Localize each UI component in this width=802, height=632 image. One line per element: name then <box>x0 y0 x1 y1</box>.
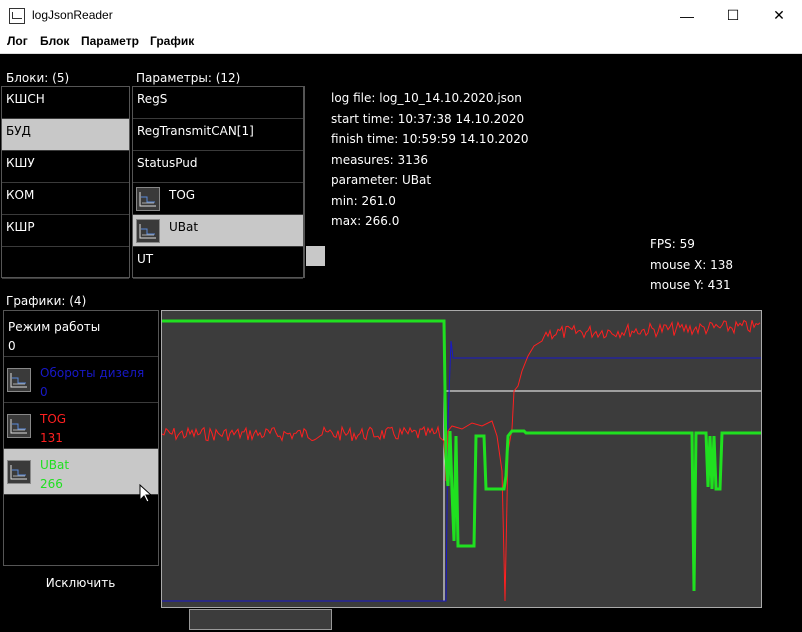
mini-chart-icon <box>136 187 160 211</box>
param-item-label: RegS <box>137 92 168 106</box>
max-value: max: 266.0 <box>331 214 400 228</box>
series-ubat-line <box>162 319 761 592</box>
mini-chart-icon <box>136 219 160 243</box>
graphs-list[interactable]: Режим работы 0 Обороты дизеля 0 TOG 131 UBat 26… <box>3 310 159 566</box>
block-item[interactable]: КШУ <box>2 151 129 183</box>
graph-item-name: Обороты дизеля <box>40 366 145 380</box>
graph-item-value: 266 <box>40 477 63 491</box>
param-item[interactable]: UBat <box>133 215 303 247</box>
title-bar: logJsonReader — ☐ ✕ <box>0 0 802 31</box>
param-item[interactable]: RegTransmitCAN[1] <box>133 119 303 151</box>
graph-item[interactable]: Обороты дизеля 0 <box>4 357 158 403</box>
finish-time: finish time: 10:59:59 14.10.2020 <box>331 132 529 146</box>
graphs-label: Графики: (4) <box>6 294 87 308</box>
graph-item[interactable]: TOG 131 <box>4 403 158 449</box>
fps-readout: FPS: 59 <box>650 237 695 251</box>
param-item-label: UT <box>137 252 154 266</box>
mouse-cursor-icon <box>139 484 151 503</box>
menu-bar: Лог Блок Параметр График <box>0 31 802 54</box>
series-tog-line <box>161 319 761 602</box>
block-item-label: КШСН <box>6 92 45 106</box>
menu-graph[interactable]: График <box>150 34 194 48</box>
blocks-list[interactable]: КШСН БУД КШУ КОМ КШР <box>1 86 130 279</box>
close-button[interactable]: ✕ <box>756 0 802 31</box>
param-item[interactable]: TOG <box>133 183 303 215</box>
current-parameter: parameter: UBat <box>331 173 432 187</box>
series-rpm-line <box>162 340 761 602</box>
block-item[interactable]: БУД <box>2 119 129 151</box>
block-item <box>2 247 129 279</box>
blocks-label: Блоки: (5) <box>6 71 70 85</box>
graph-item[interactable]: UBat 266 <box>4 449 158 495</box>
graph-item-value: 0 <box>8 339 16 353</box>
minimize-button[interactable]: — <box>664 0 710 31</box>
menu-parameter[interactable]: Параметр <box>81 34 139 48</box>
param-item-label: StatusPud <box>137 156 198 170</box>
param-item[interactable]: UT <box>133 247 303 279</box>
graph-item-value: 0 <box>40 385 48 399</box>
plot-svg <box>161 319 761 602</box>
graph-item-name: UBat <box>40 458 70 472</box>
block-item-label: КШР <box>6 220 35 234</box>
graph-item-name: Режим работы <box>8 320 101 334</box>
log-info: log file: log_10_14.10.2020.json start t… <box>331 88 529 232</box>
log-file: log file: log_10_14.10.2020.json <box>331 91 522 105</box>
block-item[interactable]: КШСН <box>2 87 129 119</box>
block-item[interactable]: КШР <box>2 215 129 247</box>
stats-info: FPS: 59 mouse X: 138 mouse Y: 431 <box>650 234 733 296</box>
exclude-button[interactable]: Исключить <box>3 570 158 596</box>
param-item-label: RegTransmitCAN[1] <box>137 124 254 138</box>
block-item-label: КОМ <box>6 188 35 202</box>
menu-log[interactable]: Лог <box>7 34 28 48</box>
graph-item-value: 131 <box>40 431 63 445</box>
app-chart-icon <box>9 8 25 24</box>
mini-chart-icon <box>7 368 31 392</box>
params-list[interactable]: RegS RegTransmitCAN[1] StatusPud TOG UBat UT <box>132 86 304 279</box>
params-label: Параметры: (12) <box>136 71 241 85</box>
graph-item[interactable]: Режим работы 0 <box>4 311 158 357</box>
mouse-y-readout: mouse Y: 431 <box>650 278 731 292</box>
plot-horizontal-scrollbar[interactable] <box>189 609 332 630</box>
menu-block[interactable]: Блок <box>40 34 69 48</box>
mouse-x-readout: mouse X: 138 <box>650 257 734 272</box>
measures-count: measures: 3136 <box>331 152 428 167</box>
mini-chart-icon <box>7 414 31 438</box>
maximize-button[interactable]: ☐ <box>710 0 756 31</box>
min-value: min: 261.0 <box>331 193 396 208</box>
params-scrollbar[interactable] <box>304 86 325 278</box>
block-item-label: КШУ <box>6 156 35 170</box>
mini-chart-icon <box>7 460 31 484</box>
graph-item-name: TOG <box>40 412 67 426</box>
window-title: logJsonReader <box>32 8 113 22</box>
block-item-label: БУД <box>6 124 31 138</box>
series-mode-line <box>162 390 761 602</box>
start-time: start time: 10:37:38 14.10.2020 <box>331 111 525 126</box>
param-item[interactable]: StatusPud <box>133 151 303 183</box>
param-item-label: TOG <box>169 188 196 202</box>
block-item[interactable]: КОМ <box>2 183 129 215</box>
params-scroll-thumb[interactable] <box>306 246 325 266</box>
plot-area[interactable] <box>161 310 762 608</box>
param-item[interactable]: RegS <box>133 87 303 119</box>
param-item-label: UBat <box>169 220 199 234</box>
